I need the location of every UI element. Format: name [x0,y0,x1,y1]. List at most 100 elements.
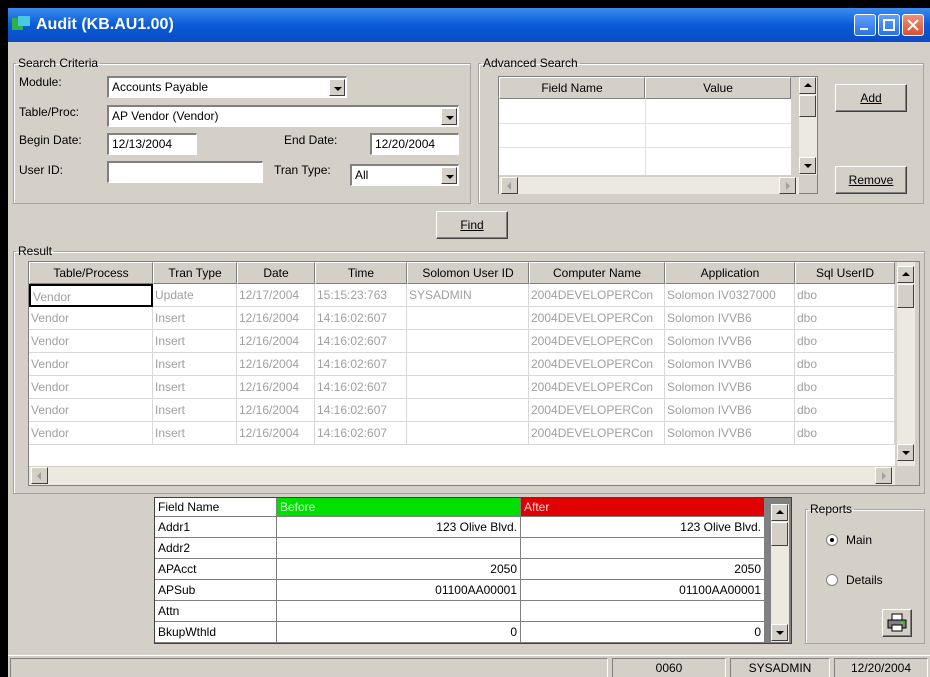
cell-solomon-user-id[interactable] [407,353,529,376]
cell-before-value[interactable]: 01100AA00001 [277,580,521,601]
result-vertical-scrollbar[interactable] [897,262,915,466]
user-id-input[interactable] [107,161,263,183]
cell-table-process[interactable]: Vendor [29,307,153,330]
cell-tran-type[interactable]: Insert [153,376,237,399]
cell-field-name[interactable]: BkupWthld [155,622,277,643]
cell-field-name[interactable]: APSub [155,580,277,601]
minimize-button[interactable] [854,14,876,36]
scroll-right-icon[interactable] [875,467,892,484]
cell-after-value[interactable]: 0 [521,622,765,643]
cell-date[interactable]: 12/16/2004 [237,307,315,330]
cell-application[interactable]: Solomon IV0327000 [665,284,795,307]
cell-before-value[interactable]: 2050 [277,559,521,580]
cell-sql-userid[interactable]: dbo [795,353,895,376]
cell-time[interactable]: 14:16:02:607 [315,307,407,330]
maximize-button[interactable] [878,14,900,36]
table-row[interactable]: Addr2 [155,538,765,559]
table-row[interactable]: Vendor Insert 12/16/2004 14:16:02:607 2004DE… [29,330,895,353]
cell-table-process[interactable]: Vendor [29,422,153,445]
scroll-up-icon[interactable] [799,77,816,94]
tran-type-select[interactable]: All [350,164,459,186]
chevron-down-icon[interactable] [441,108,457,125]
cell-field-name[interactable]: Attn [155,601,277,622]
table-row[interactable]: Attn [155,601,765,622]
cell-table-process[interactable]: Vendor [29,284,153,307]
adv-vertical-scrollbar[interactable] [799,77,817,175]
scroll-down-icon[interactable] [897,444,914,461]
cell-date[interactable]: 12/16/2004 [237,376,315,399]
advanced-search-grid[interactable]: Field Name Value [498,76,818,194]
cell-computer-name[interactable]: 2004DEVELOPERCon [529,307,665,330]
cell-date[interactable]: 12/16/2004 [237,422,315,445]
cell-time[interactable]: 15:15:23:763 [315,284,407,307]
cell-before-value[interactable]: 123 Olive Blvd. [277,517,521,538]
cell-tran-type[interactable]: Update [153,284,237,307]
cell-tran-type[interactable]: Insert [153,330,237,353]
cell-after-value[interactable]: 01100AA00001 [521,580,765,601]
remove-button[interactable]: Remove [835,166,907,194]
scroll-down-icon[interactable] [771,624,788,641]
field-compare-body[interactable]: Addr1 123 Olive Blvd. 123 Olive Blvd. Addr2… [155,517,765,643]
cell-time[interactable]: 14:16:02:607 [315,399,407,422]
cell-date[interactable]: 12/16/2004 [237,353,315,376]
cell-application[interactable]: Solomon IVVB6 [665,376,795,399]
cell-before-value[interactable] [277,538,521,559]
print-button[interactable] [882,609,912,637]
title-bar[interactable]: Audit (KB.AU1.00) [8,8,930,42]
scroll-thumb[interactable] [799,95,816,117]
cell-date[interactable]: 12/17/2004 [237,284,315,307]
cell-sql-userid[interactable]: dbo [795,376,895,399]
cell-field-name[interactable]: Addr2 [155,538,277,559]
result-col-application[interactable]: Application [665,262,795,284]
result-grid-body[interactable]: Vendor Update 12/17/2004 15:15:23:763 SYSADM… [29,284,895,466]
table-row[interactable]: APAcct 2050 2050 [155,559,765,580]
cell-computer-name[interactable]: 2004DEVELOPERCon [529,399,665,422]
table-row[interactable]: BkupWthld 0 0 [155,622,765,643]
cell-application[interactable]: Solomon IVVB6 [665,399,795,422]
cell-field-name[interactable]: Addr1 [155,517,277,538]
cell-time[interactable]: 14:16:02:607 [315,422,407,445]
cell-computer-name[interactable]: 2004DEVELOPERCon [529,330,665,353]
details-radio-label[interactable]: Details [846,573,883,587]
close-button[interactable] [902,14,924,36]
field-compare-grid[interactable]: Field Name Before After Addr1 123 Olive B… [154,497,792,644]
scroll-down-icon[interactable] [799,157,816,174]
cell-time[interactable]: 14:16:02:607 [315,376,407,399]
result-col-solomon-user-id[interactable]: Solomon User ID [407,262,529,284]
module-select[interactable]: Accounts Payable [107,76,347,98]
scroll-thumb[interactable] [897,284,914,308]
cell-tran-type[interactable]: Insert [153,307,237,330]
cell-solomon-user-id[interactable] [407,330,529,353]
cell-after-value[interactable] [521,538,765,559]
scroll-left-icon[interactable] [31,467,48,484]
table-row[interactable]: Vendor Insert 12/16/2004 14:16:02:607 2004DE… [29,399,895,422]
cell-after-value[interactable] [521,601,765,622]
cell-date[interactable]: 12/16/2004 [237,399,315,422]
cell-table-process[interactable]: Vendor [29,376,153,399]
main-radio[interactable] [826,534,838,546]
result-horizontal-scrollbar[interactable] [29,467,895,485]
chevron-down-icon[interactable] [329,79,345,96]
cell-application[interactable]: Solomon IVVB6 [665,307,795,330]
cell-time[interactable]: 14:16:02:607 [315,330,407,353]
cell-tran-type[interactable]: Insert [153,399,237,422]
cell-solomon-user-id[interactable] [407,307,529,330]
cell-sql-userid[interactable]: dbo [795,399,895,422]
add-button[interactable]: Add [835,84,907,112]
cell-computer-name[interactable]: 2004DEVELOPERCon [529,353,665,376]
cell-application[interactable]: Solomon IVVB6 [665,422,795,445]
cell-computer-name[interactable]: 2004DEVELOPERCon [529,284,665,307]
table-row[interactable]: Vendor Insert 12/16/2004 14:16:02:607 2004DE… [29,422,895,445]
result-col-table-process[interactable]: Table/Process [29,262,153,284]
cell-solomon-user-id[interactable] [407,399,529,422]
table-proc-select[interactable]: AP Vendor (Vendor) [107,105,459,127]
table-row[interactable]: Vendor Insert 12/16/2004 14:16:02:607 2004DE… [29,353,895,376]
result-col-tran-type[interactable]: Tran Type [153,262,237,284]
table-row[interactable]: Vendor Update 12/17/2004 15:15:23:763 SYSADM… [29,284,895,307]
cell-sql-userid[interactable]: dbo [795,307,895,330]
cell-time[interactable]: 14:16:02:607 [315,353,407,376]
result-col-time[interactable]: Time [315,262,407,284]
scroll-left-icon[interactable] [501,177,518,194]
result-col-date[interactable]: Date [237,262,315,284]
result-col-sql-userid[interactable]: Sql UserID [795,262,895,284]
